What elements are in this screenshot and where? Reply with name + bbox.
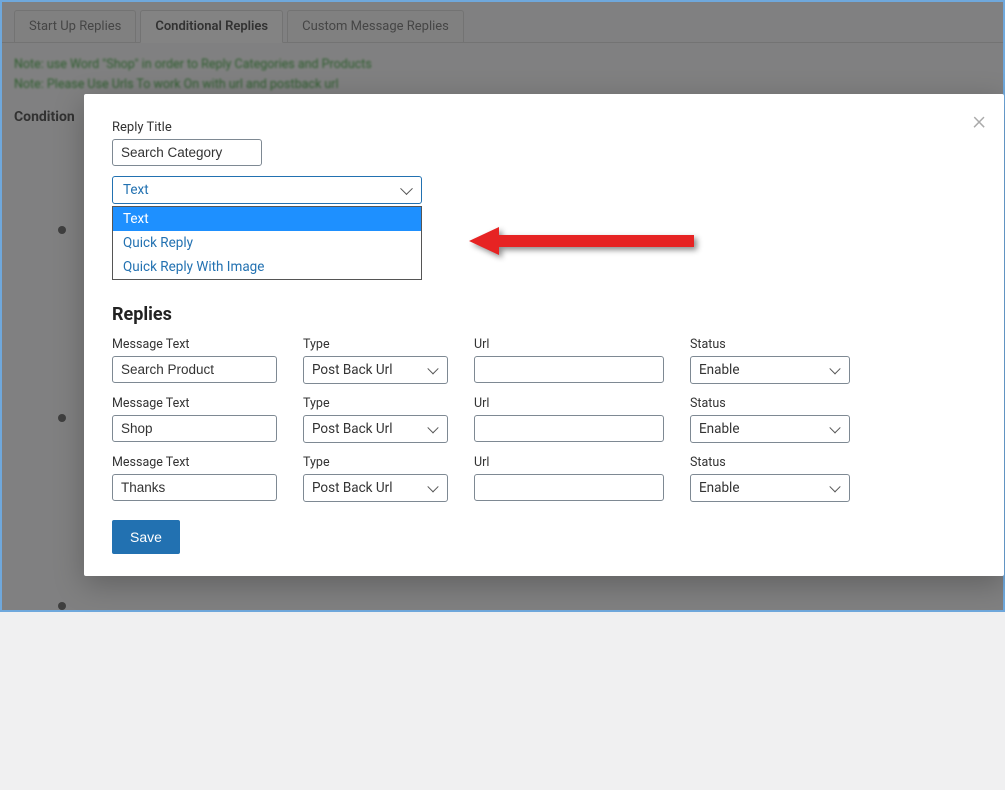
reply-type-selected-label: Text	[123, 182, 149, 198]
col-type-label: Type	[303, 337, 448, 352]
status-select-value: Enable	[699, 421, 740, 437]
type-select-value: Post Back Url	[312, 421, 393, 437]
col-url-label: Url	[474, 337, 664, 352]
col-message-text-label: Message Text	[112, 337, 277, 352]
reply-modal: × Reply Title Text Text Quick Reply Quic…	[84, 94, 1004, 576]
url-input[interactable]	[474, 356, 664, 383]
message-text-input[interactable]	[112, 474, 277, 501]
reply-type-select[interactable]: Text Text Quick Reply Quick Reply With I…	[112, 176, 422, 204]
status-select-value: Enable	[699, 362, 740, 378]
message-text-input[interactable]	[112, 415, 277, 442]
col-status-label: Status	[690, 396, 850, 411]
status-select-value: Enable	[699, 480, 740, 496]
url-input[interactable]	[474, 474, 664, 501]
type-select[interactable]: Post Back Url	[303, 415, 448, 443]
type-select-value: Post Back Url	[312, 480, 393, 496]
col-url-label: Url	[474, 455, 664, 470]
col-message-text-label: Message Text	[112, 396, 277, 411]
type-select[interactable]: Post Back Url	[303, 474, 448, 502]
replies-heading: Replies	[112, 304, 976, 325]
reply-title-input[interactable]	[112, 139, 262, 166]
reply-type-dropdown: Text Quick Reply Quick Reply With Image	[112, 206, 422, 280]
reply-type-selected[interactable]: Text	[112, 176, 422, 204]
col-type-label: Type	[303, 455, 448, 470]
reply-row: Message Text Type Post Back Url Url Stat…	[112, 396, 976, 443]
type-select-value: Post Back Url	[312, 362, 393, 378]
type-select[interactable]: Post Back Url	[303, 356, 448, 384]
reply-row: Message Text Type Post Back Url Url Stat…	[112, 337, 976, 384]
status-select[interactable]: Enable	[690, 474, 850, 502]
col-type-label: Type	[303, 396, 448, 411]
status-select[interactable]: Enable	[690, 356, 850, 384]
url-input[interactable]	[474, 415, 664, 442]
reply-type-option-quick-reply[interactable]: Quick Reply	[113, 231, 421, 255]
reply-row: Message Text Type Post Back Url Url Stat…	[112, 455, 976, 502]
col-url-label: Url	[474, 396, 664, 411]
reply-title-label: Reply Title	[112, 120, 976, 135]
save-button[interactable]: Save	[112, 520, 180, 554]
message-text-input[interactable]	[112, 356, 277, 383]
col-status-label: Status	[690, 455, 850, 470]
status-select[interactable]: Enable	[690, 415, 850, 443]
col-status-label: Status	[690, 337, 850, 352]
reply-type-option-text[interactable]: Text	[113, 207, 421, 231]
close-icon[interactable]: ×	[972, 108, 986, 134]
reply-type-option-quick-reply-image[interactable]: Quick Reply With Image	[113, 255, 421, 279]
col-message-text-label: Message Text	[112, 455, 277, 470]
